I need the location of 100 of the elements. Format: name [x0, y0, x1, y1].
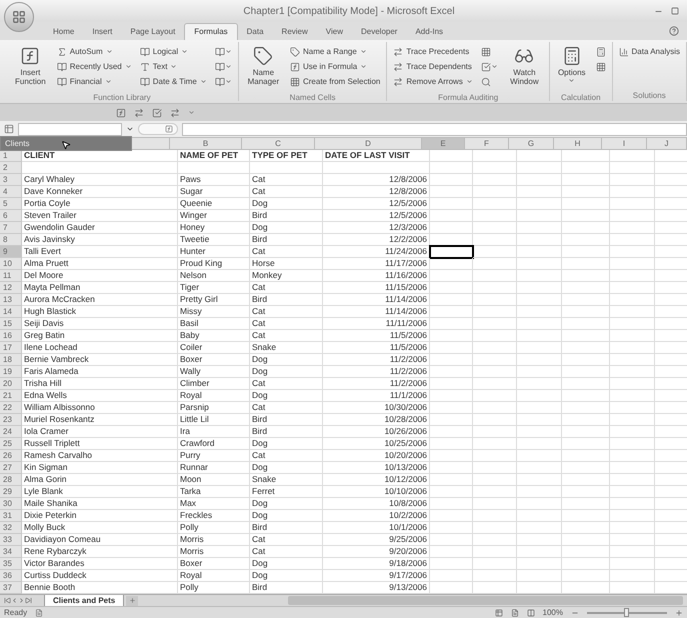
row-header[interactable]: 7: [0, 222, 22, 234]
table-cell: 10/30/2006: [323, 402, 430, 414]
horizontal-scrollbar[interactable]: [288, 596, 683, 605]
row-header[interactable]: 34: [0, 546, 22, 558]
ribbon-tab[interactable]: Formulas: [184, 23, 238, 40]
ribbon-button[interactable]: Financial: [54, 74, 134, 89]
ribbon-large-button[interactable]: Options: [554, 42, 590, 92]
row-header[interactable]: 30: [0, 498, 22, 510]
column-header[interactable]: J: [647, 138, 687, 149]
ribbon-button[interactable]: Remove Arrows: [391, 74, 475, 89]
row-header[interactable]: 9: [0, 246, 22, 258]
row-header[interactable]: 22: [0, 402, 22, 414]
ribbon-tab[interactable]: Data: [238, 23, 273, 40]
table-cell: Faris Alameda: [22, 366, 178, 378]
row-header[interactable]: 36: [0, 570, 22, 582]
empty-cell: [473, 258, 517, 270]
row-header[interactable]: 11: [0, 270, 22, 282]
ribbon-tab[interactable]: Add-Ins: [406, 23, 452, 40]
row-header[interactable]: 19: [0, 366, 22, 378]
column-header[interactable]: G: [509, 138, 554, 149]
ribbon-button[interactable]: Name a Range: [288, 44, 382, 59]
maximize-icon[interactable]: [671, 7, 679, 15]
ribbon-tab[interactable]: Review: [272, 23, 317, 40]
ribbon-tab[interactable]: Home: [44, 23, 84, 40]
ribbon-button[interactable]: Data Analysis: [616, 44, 682, 59]
ribbon-large-button[interactable]: Insert Function: [10, 42, 51, 92]
ribbon-button[interactable]: Create from Selection: [288, 74, 382, 89]
row-header[interactable]: 17: [0, 342, 22, 354]
ribbon-button[interactable]: AutoSum: [54, 44, 134, 59]
column-header[interactable]: F: [465, 138, 509, 149]
column-header[interactable]: C: [242, 138, 315, 149]
ribbon-tab[interactable]: View: [316, 23, 352, 40]
table-cell: Greg Batin: [22, 330, 178, 342]
table-cell: 11/2/2006: [323, 378, 430, 390]
column-header[interactable]: B: [170, 138, 242, 149]
row-header[interactable]: 27: [0, 462, 22, 474]
next-sheet-icon[interactable]: [18, 597, 25, 604]
office-button[interactable]: [4, 2, 34, 32]
ribbon-tab[interactable]: Insert: [83, 23, 122, 40]
row-header[interactable]: 21: [0, 390, 22, 402]
ribbon-button[interactable]: Trace Dependents: [391, 59, 475, 74]
ribbon-button[interactable]: Trace Precedents: [391, 44, 475, 59]
row-header[interactable]: 29: [0, 486, 22, 498]
row-header[interactable]: 20: [0, 378, 22, 390]
row-header[interactable]: 3: [0, 174, 22, 186]
ribbon-large-button[interactable]: Name Manager: [242, 42, 284, 92]
page-layout-icon[interactable]: [510, 608, 519, 616]
help-icon[interactable]: [669, 26, 679, 36]
insert-sheet-tab[interactable]: [126, 596, 138, 606]
row-header[interactable]: 6: [0, 210, 22, 222]
sheet-tab[interactable]: Clients and Pets: [44, 594, 124, 606]
row-header[interactable]: 23: [0, 414, 22, 426]
row-header[interactable]: 28: [0, 474, 22, 486]
row-header[interactable]: 12: [0, 282, 22, 294]
row-header[interactable]: 16: [0, 330, 22, 342]
ribbon-large-button[interactable]: Watch Window: [504, 42, 545, 92]
ribbon-tab[interactable]: Developer: [352, 23, 406, 40]
zoom-slider-thumb[interactable]: [624, 608, 629, 616]
row-header[interactable]: 24: [0, 426, 22, 438]
column-header[interactable]: H: [554, 138, 602, 149]
first-sheet-icon[interactable]: [4, 597, 11, 604]
ribbon-button[interactable]: Recently Used: [54, 59, 134, 74]
row-header[interactable]: 10: [0, 258, 22, 270]
row-header[interactable]: 37: [0, 582, 22, 594]
prev-sheet-icon[interactable]: [11, 597, 18, 604]
row-header[interactable]: 4: [0, 186, 22, 198]
row-header[interactable]: 8: [0, 234, 22, 246]
row-header[interactable]: 15: [0, 318, 22, 330]
empty-cell: [473, 546, 517, 558]
row-header[interactable]: 26: [0, 450, 22, 462]
ribbon-button[interactable]: Use in Formula: [288, 59, 382, 74]
row-header[interactable]: 33: [0, 534, 22, 546]
column-header[interactable]: I: [602, 138, 647, 149]
normal-view-icon[interactable]: [494, 608, 503, 616]
row-header[interactable]: 25: [0, 438, 22, 450]
zoom-in-icon[interactable]: [675, 608, 683, 616]
row-header[interactable]: 18: [0, 354, 22, 366]
row-header[interactable]: 32: [0, 522, 22, 534]
name-box-caret-icon[interactable]: [126, 125, 134, 133]
empty-cell: [517, 486, 562, 498]
name-list-item[interactable]: Clients: [1, 137, 131, 150]
macro-record-icon[interactable]: [35, 608, 44, 616]
customize-caret-icon[interactable]: [188, 109, 195, 116]
active-cell[interactable]: [430, 246, 473, 258]
table-cell: 10/28/2006: [323, 414, 430, 426]
ribbon-button[interactable]: Text: [138, 59, 209, 74]
row-header[interactable]: 14: [0, 306, 22, 318]
row-header[interactable]: 13: [0, 294, 22, 306]
last-sheet-icon[interactable]: [25, 597, 32, 604]
row-header[interactable]: 2: [0, 162, 22, 174]
page-break-icon[interactable]: [526, 608, 535, 616]
formula-bar-field[interactable]: [182, 122, 687, 136]
column-header[interactable]: E: [422, 138, 465, 149]
ribbon-tab[interactable]: Page Layout: [121, 23, 184, 40]
ribbon-button[interactable]: Date & Time: [138, 74, 209, 89]
row-header[interactable]: 31: [0, 510, 22, 522]
row-header[interactable]: 5: [0, 198, 22, 210]
ribbon-button[interactable]: Logical: [138, 44, 209, 59]
row-header[interactable]: 1: [0, 150, 22, 162]
row-header[interactable]: 35: [0, 558, 22, 570]
